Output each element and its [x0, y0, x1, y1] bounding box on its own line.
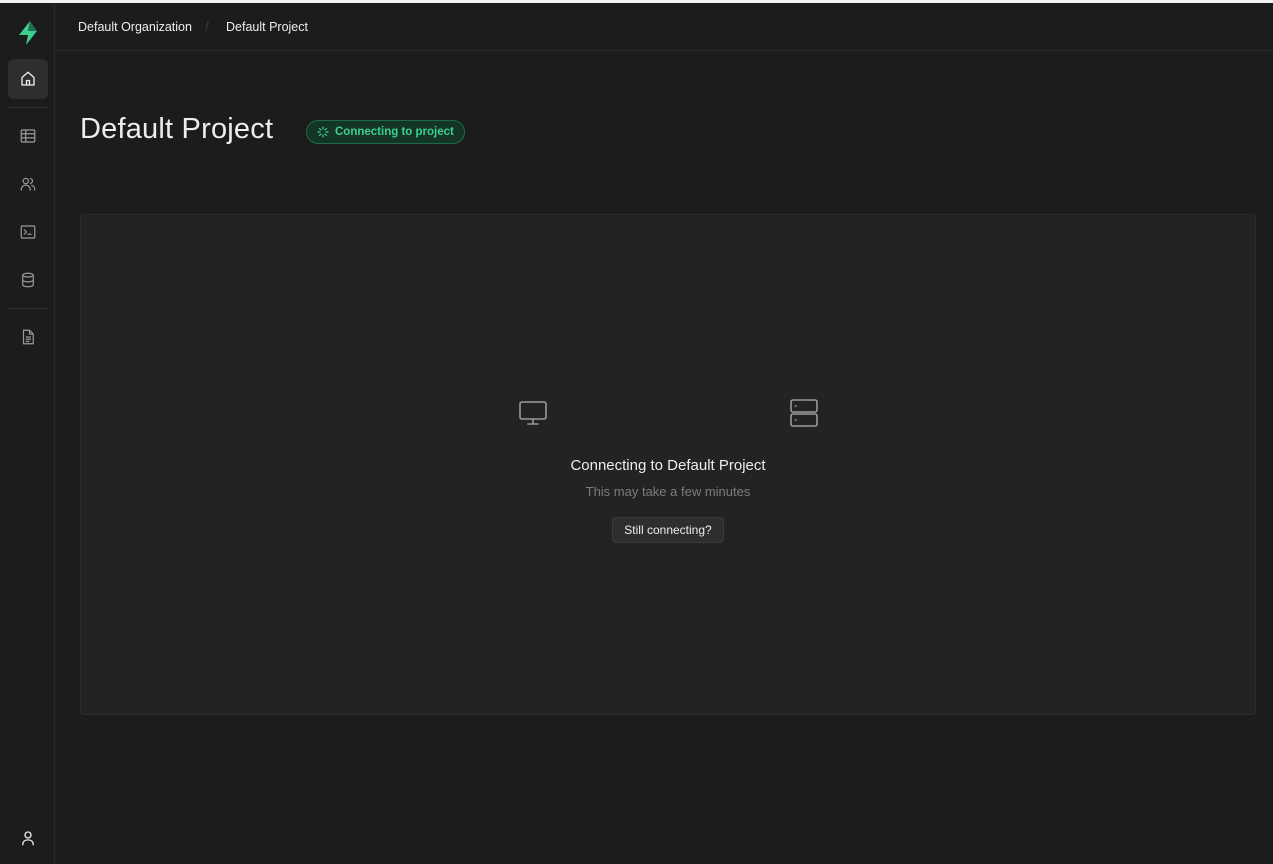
status-badge: Connecting to project — [306, 120, 465, 144]
still-connecting-button[interactable]: Still connecting? — [612, 517, 724, 543]
home-icon — [21, 71, 35, 86]
file-text-icon — [22, 329, 34, 345]
page-title: Default Project — [80, 113, 274, 145]
loading-spinner-icon — [317, 126, 329, 138]
breadcrumb-organization[interactable]: Default Organization — [78, 20, 192, 34]
sidebar-item-database[interactable] — [8, 260, 48, 300]
terminal-icon — [20, 225, 36, 239]
sidebar-divider — [8, 308, 48, 309]
sidebar — [0, 3, 55, 864]
server-icon — [790, 399, 818, 427]
users-icon — [20, 177, 36, 191]
top-bar: Default Organization / Default Project — [55, 3, 1273, 51]
table-icon — [20, 129, 36, 143]
connection-title: Connecting to Default Project — [570, 457, 766, 474]
connection-subtitle: This may take a few minutes — [585, 484, 751, 499]
sidebar-item-account[interactable] — [8, 818, 48, 858]
sidebar-item-home[interactable] — [8, 59, 48, 99]
sidebar-item-table-editor[interactable] — [8, 116, 48, 156]
status-badge-label: Connecting to project — [335, 126, 454, 138]
sidebar-item-reports[interactable] — [8, 317, 48, 357]
sidebar-item-authentication[interactable] — [8, 164, 48, 204]
sidebar-item-sql-editor[interactable] — [8, 212, 48, 252]
breadcrumb-separator: / — [205, 18, 209, 34]
sidebar-divider — [8, 107, 48, 108]
monitor-icon — [519, 401, 547, 425]
breadcrumb-project[interactable]: Default Project — [226, 20, 308, 34]
supabase-logo-icon[interactable] — [14, 19, 42, 47]
database-icon — [22, 272, 34, 288]
user-icon — [22, 831, 34, 846]
